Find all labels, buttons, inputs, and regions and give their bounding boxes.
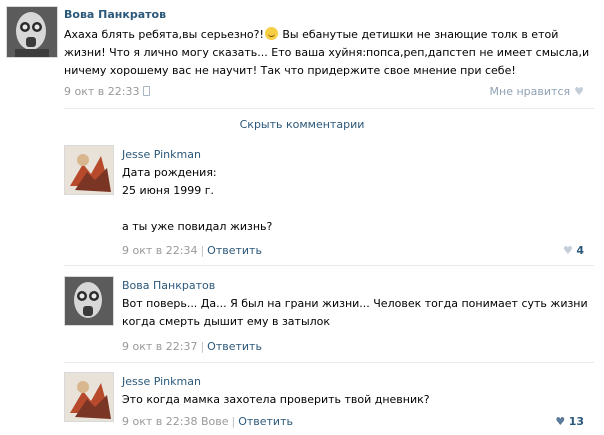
like-count: 4	[576, 244, 584, 257]
heart-icon: ♥	[562, 244, 573, 257]
comment-line: а ты уже повидал жизнь?	[122, 220, 273, 233]
post-author-name[interactable]: Вова Панкратов	[64, 8, 166, 21]
post-author-avatar[interactable]	[6, 6, 58, 58]
comment-author-name[interactable]: Вова Панкратов	[122, 279, 215, 292]
comment-line: 25 июня 1999 г.	[122, 184, 214, 197]
laughing-emoji-icon	[264, 27, 278, 40]
gas-mask-avatar-icon	[65, 277, 113, 325]
post-meta: 9 окт в 22:33	[64, 85, 151, 98]
comment-meta: 9 окт в 22:37 | Ответить	[122, 340, 262, 353]
post-text: Ахаха блять ребята,вы серьезно?! Вы ебан…	[64, 26, 594, 80]
jesse-avatar-icon	[65, 146, 113, 194]
comment-time[interactable]: 9 окт в 22:37	[122, 340, 197, 353]
comment-meta: 9 окт в 22:34 | Ответить	[122, 244, 262, 257]
like-count: 13	[568, 415, 584, 428]
reply-button[interactable]: Ответить	[207, 244, 262, 257]
jesse-avatar-icon	[65, 373, 113, 421]
comment-meta: 9 окт в 22:38 Вове | Ответить	[122, 415, 293, 428]
reply-to-link[interactable]: Вове	[201, 415, 229, 428]
comment-author-name[interactable]: Jesse Pinkman	[122, 148, 201, 161]
comment-author-name[interactable]: Jesse Pinkman	[122, 375, 201, 388]
hide-comments-link[interactable]: Скрыть комментарии	[0, 118, 604, 131]
post-time[interactable]: 9 окт в 22:33	[64, 85, 139, 98]
post-text-part-1: Ахаха блять ребята,вы серьезно?!	[64, 28, 264, 41]
comment-author-avatar[interactable]	[64, 372, 114, 422]
mobile-phone-icon	[143, 86, 151, 96]
post-like-button[interactable]: Мне нравится ♥	[490, 85, 584, 98]
comment-line-blank	[122, 200, 582, 218]
comment-line: Дата рождения:	[122, 166, 217, 179]
divider	[64, 108, 594, 109]
post-like-label: Мне нравится	[489, 85, 571, 98]
comment-like-button[interactable]: ♥ 13	[551, 415, 584, 428]
comment-like-button[interactable]: ♥ 4	[559, 244, 584, 257]
divider	[64, 362, 594, 363]
heart-icon: ♥	[555, 415, 566, 428]
reply-button[interactable]: Ответить	[207, 340, 262, 353]
comment-author-avatar[interactable]	[64, 276, 114, 326]
comment-text: Это когда мамка захотела проверить твой …	[122, 393, 430, 406]
comment-author-avatar[interactable]	[64, 145, 114, 195]
comment-text: Вот поверь... Да... Я был на грани жизни…	[122, 297, 588, 328]
divider	[64, 265, 594, 266]
gas-mask-avatar-icon	[7, 7, 57, 57]
comment-time[interactable]: 9 окт в 22:34	[122, 244, 197, 257]
heart-icon: ♥	[574, 85, 584, 98]
reply-button[interactable]: Ответить	[238, 415, 293, 428]
comment-time[interactable]: 9 окт в 22:38	[122, 415, 197, 428]
comment-text: Дата рождения: 25 июня 1999 г. а ты уже …	[122, 164, 582, 236]
